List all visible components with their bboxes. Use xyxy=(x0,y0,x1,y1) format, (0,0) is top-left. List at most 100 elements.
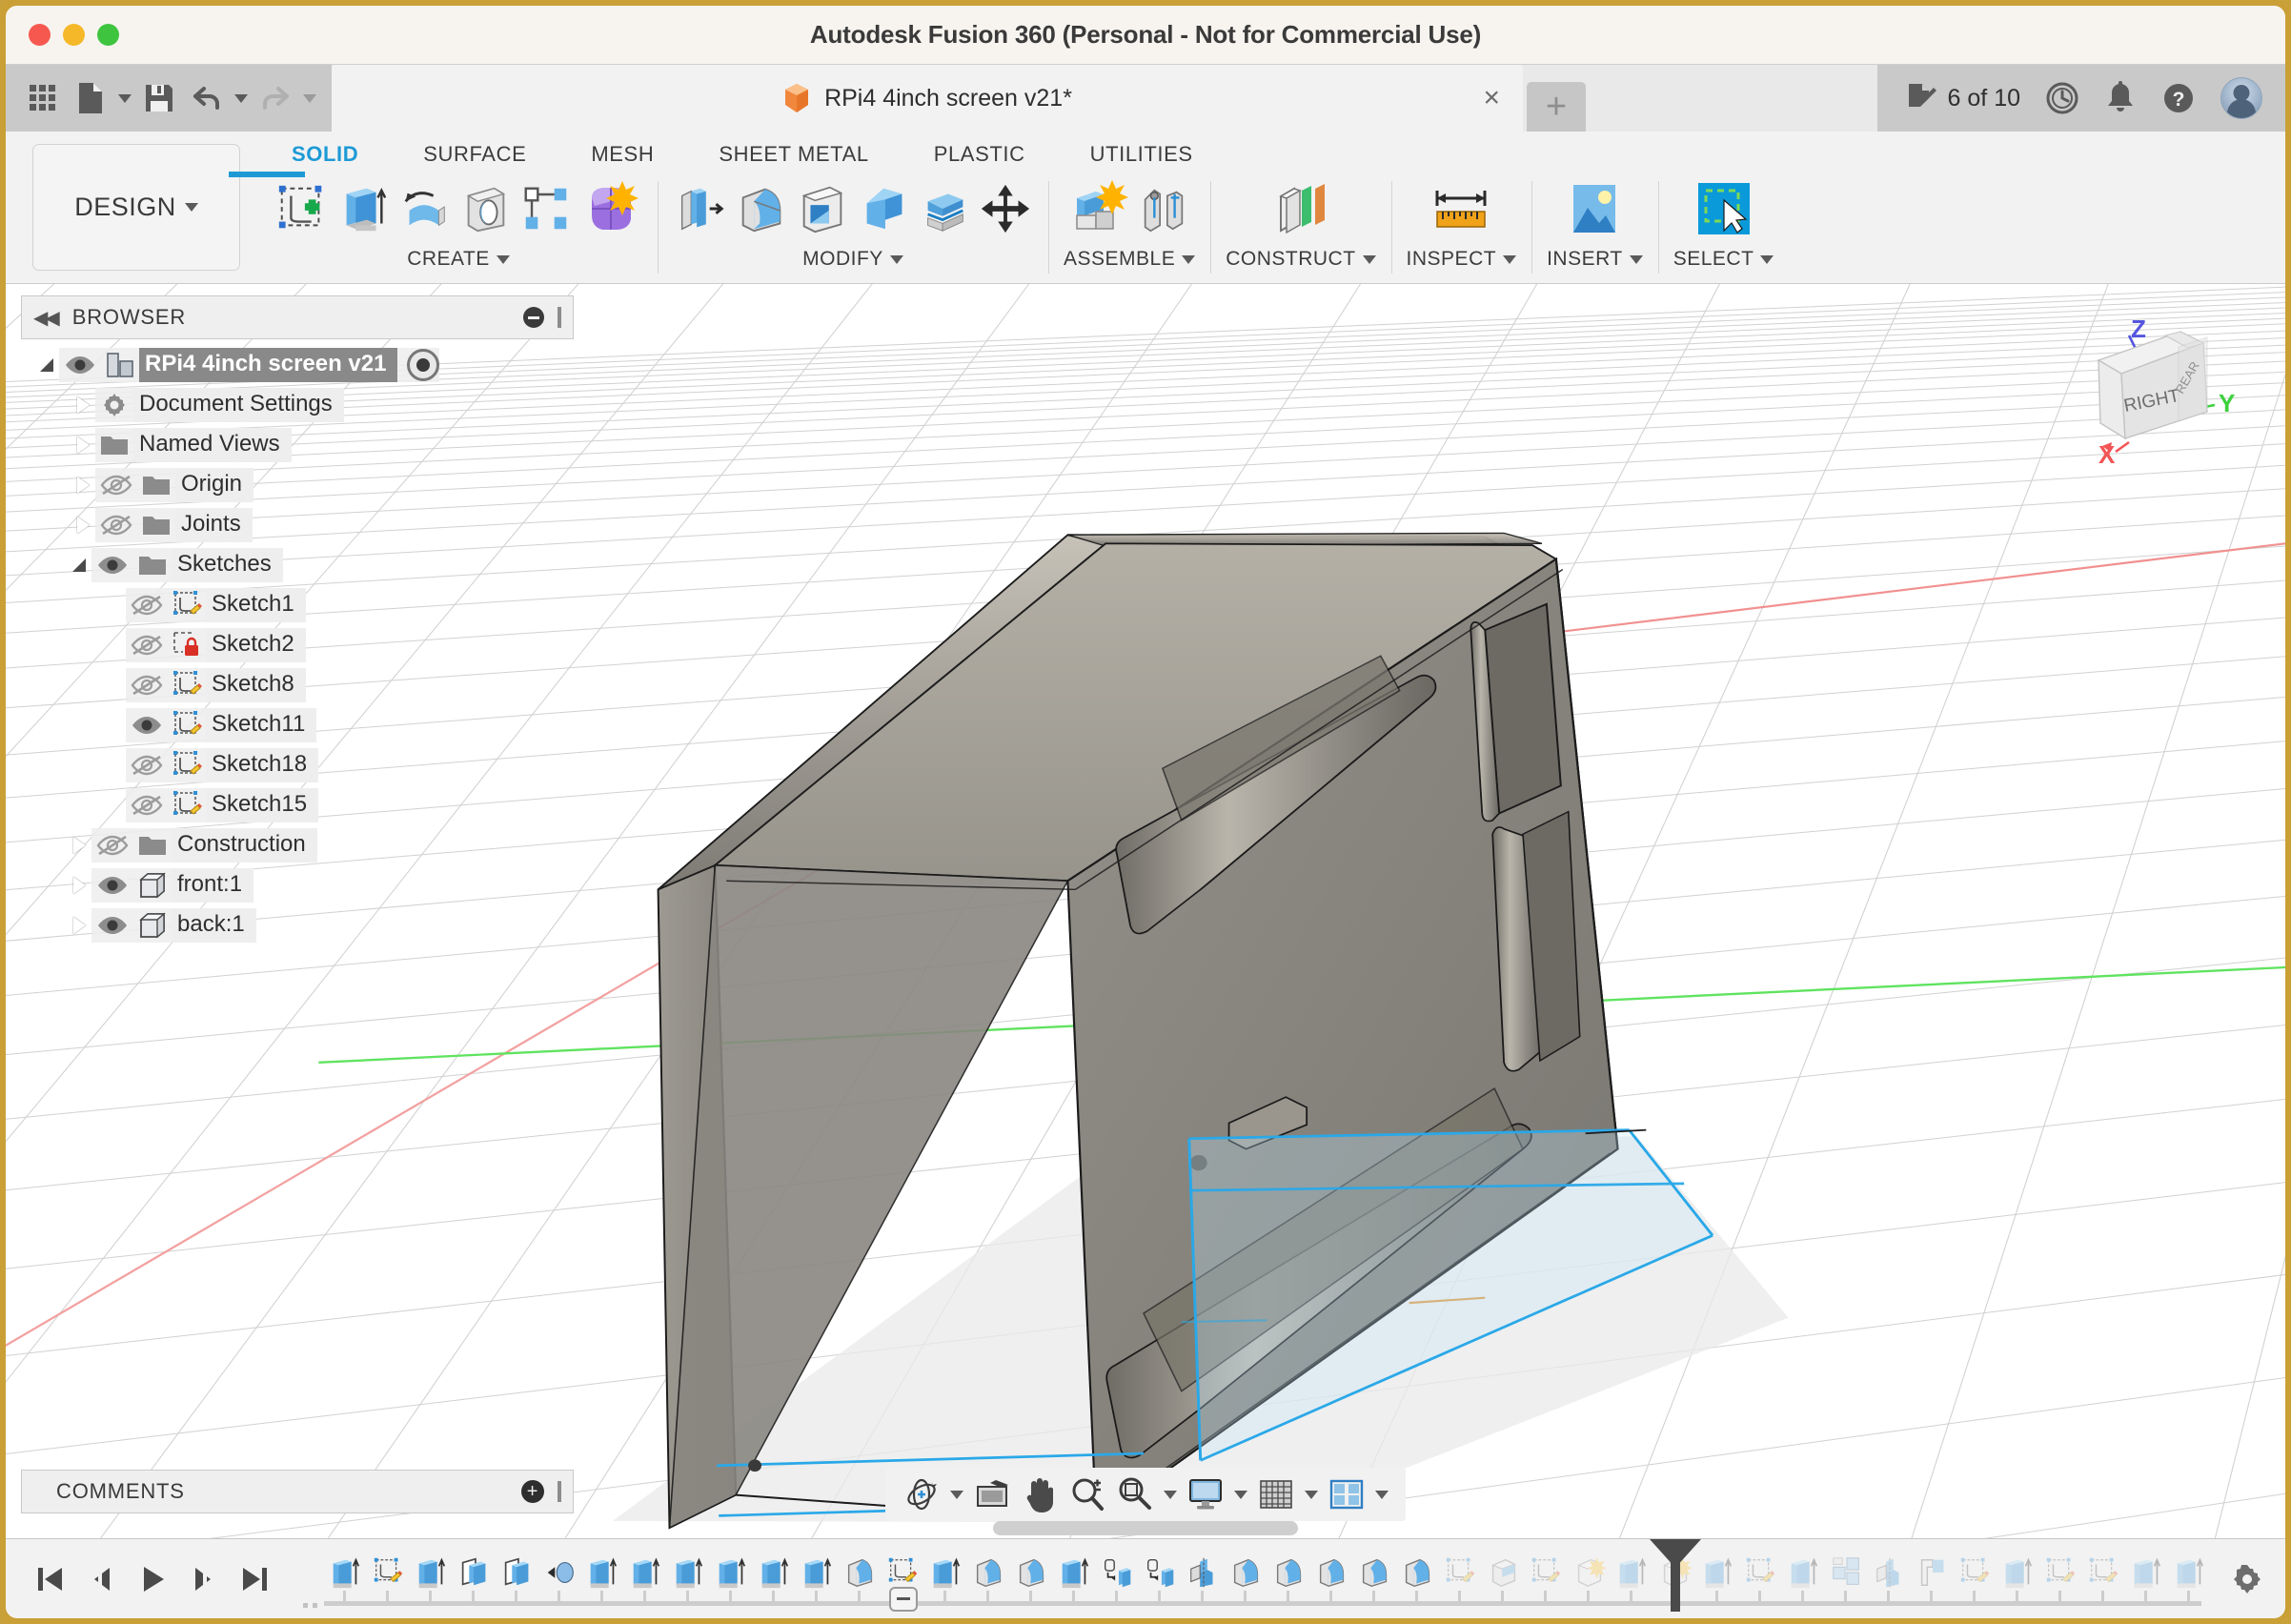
tree-row[interactable]: back:1 xyxy=(21,907,256,944)
new-tab-button[interactable]: + xyxy=(1527,82,1586,132)
tree-row[interactable]: Construction xyxy=(21,827,317,863)
pan-button[interactable] xyxy=(1017,1472,1063,1517)
tree-row[interactable]: Sketch18 xyxy=(21,747,318,783)
create-sketch-icon[interactable] xyxy=(274,181,330,236)
revolve-icon[interactable] xyxy=(396,181,452,236)
undo-caret[interactable] xyxy=(233,75,250,121)
modify-panel-dropdown[interactable]: MODIFY xyxy=(802,248,903,271)
measure-icon[interactable] xyxy=(1429,177,1492,240)
grid-snaps-caret[interactable] xyxy=(1301,1472,1322,1517)
pattern-icon[interactable] xyxy=(518,181,574,236)
tree-row[interactable]: RPi4 4inch screen v21 xyxy=(21,347,439,383)
twisty-open-icon[interactable] xyxy=(34,358,59,372)
visibility-toggle[interactable] xyxy=(126,794,168,817)
browser-resize-handle[interactable] xyxy=(558,307,561,328)
tree-row[interactable]: Origin xyxy=(21,467,253,503)
edit-count-indicator[interactable]: 6 of 10 xyxy=(1906,82,2020,114)
twisty-open-icon[interactable] xyxy=(67,558,91,572)
visibility-toggle[interactable] xyxy=(91,834,133,857)
move-copy-icon[interactable] xyxy=(978,181,1033,236)
fillet-icon[interactable] xyxy=(734,181,789,236)
redo-caret[interactable] xyxy=(301,75,318,121)
visibility-toggle[interactable] xyxy=(95,514,137,537)
form-icon[interactable] xyxy=(579,177,642,240)
visibility-toggle[interactable] xyxy=(91,914,133,937)
minus-circle-icon[interactable] xyxy=(523,307,544,328)
grid-snaps-button[interactable] xyxy=(1253,1472,1299,1517)
step-forward-button[interactable] xyxy=(185,1558,223,1600)
close-icon[interactable]: × xyxy=(1483,84,1500,112)
visibility-toggle[interactable] xyxy=(59,354,101,376)
select-panel-dropdown[interactable]: SELECT xyxy=(1673,248,1774,271)
assemble-panel-dropdown[interactable]: ASSEMBLE xyxy=(1064,248,1195,271)
visibility-toggle[interactable] xyxy=(126,674,168,697)
twisty-closed-icon[interactable] xyxy=(67,917,91,934)
notifications-button[interactable] xyxy=(2104,81,2137,115)
joint-icon[interactable] xyxy=(1136,181,1191,236)
visibility-toggle[interactable] xyxy=(126,594,168,617)
visibility-toggle[interactable] xyxy=(95,474,137,497)
timeline-track[interactable] xyxy=(299,1539,2209,1619)
inspect-panel-dropdown[interactable]: INSPECT xyxy=(1407,248,1517,271)
document-tab[interactable]: RPi4 4inch screen v21* × xyxy=(332,65,1523,132)
offset-plane-icon[interactable] xyxy=(1269,177,1332,240)
viewports-button[interactable] xyxy=(1324,1472,1369,1517)
shell-icon[interactable] xyxy=(795,181,850,236)
orbit-caret[interactable] xyxy=(946,1472,967,1517)
tree-row[interactable]: Sketch2 xyxy=(21,627,306,663)
orbit-button[interactable] xyxy=(899,1472,944,1517)
zoom-button[interactable] xyxy=(1064,1472,1110,1517)
double-chevron-left-icon[interactable]: ◀◀ xyxy=(33,306,57,330)
look-at-button[interactable] xyxy=(969,1472,1015,1517)
display-settings-button[interactable] xyxy=(1183,1472,1228,1517)
activate-component-radio[interactable] xyxy=(407,349,439,381)
press-pull-icon[interactable] xyxy=(673,181,728,236)
tree-row[interactable]: Sketch1 xyxy=(21,587,306,623)
timeline-settings-button[interactable] xyxy=(2209,1562,2285,1596)
app-grid-button[interactable] xyxy=(21,75,65,121)
tab-sheet-metal[interactable]: SHEET METAL xyxy=(686,142,901,167)
tree-row[interactable]: Joints xyxy=(21,507,253,543)
twisty-closed-icon[interactable] xyxy=(71,396,95,414)
visibility-toggle[interactable] xyxy=(91,554,133,577)
sweep-icon[interactable] xyxy=(457,181,513,236)
comments-resize-handle[interactable] xyxy=(558,1481,561,1502)
skip-to-start-button[interactable] xyxy=(30,1558,69,1600)
tab-plastic[interactable]: PLASTIC xyxy=(902,142,1058,167)
fit-button[interactable] xyxy=(1112,1472,1158,1517)
select-window-icon[interactable] xyxy=(1693,177,1755,240)
twisty-closed-icon[interactable] xyxy=(71,477,95,494)
plus-circle-icon[interactable]: + xyxy=(521,1480,544,1503)
twisty-closed-icon[interactable] xyxy=(71,517,95,534)
history-button[interactable] xyxy=(2045,81,2079,115)
extrude-icon[interactable] xyxy=(335,181,391,236)
viewports-caret[interactable] xyxy=(1371,1472,1392,1517)
fit-caret[interactable] xyxy=(1160,1472,1181,1517)
workspace-switcher[interactable]: DESIGN xyxy=(32,144,240,271)
visibility-toggle[interactable] xyxy=(126,754,168,777)
visibility-toggle[interactable] xyxy=(91,874,133,897)
tree-row[interactable]: Sketches xyxy=(21,547,283,583)
step-back-button[interactable] xyxy=(82,1558,120,1600)
insert-panel-dropdown[interactable]: INSERT xyxy=(1547,248,1643,271)
tab-surface[interactable]: SURFACE xyxy=(391,142,558,167)
avatar[interactable] xyxy=(2220,77,2262,119)
tree-row[interactable]: Document Settings xyxy=(21,387,344,423)
tab-mesh[interactable]: MESH xyxy=(558,142,686,167)
insert-image-icon[interactable] xyxy=(1563,177,1626,240)
viewport[interactable]: ◀◀ BROWSER RPi4 4inch screen v21 xyxy=(6,284,2285,1538)
timeline-group-marker[interactable] xyxy=(889,1587,918,1612)
canvas-horizontal-scrollbar[interactable] xyxy=(993,1521,1298,1535)
tree-row[interactable]: Sketch8 xyxy=(21,667,306,703)
play-button[interactable] xyxy=(133,1558,172,1600)
new-component-icon[interactable] xyxy=(1067,177,1130,240)
tree-row[interactable]: Named Views xyxy=(21,427,292,463)
split-face-icon[interactable] xyxy=(917,181,972,236)
combine-icon[interactable] xyxy=(856,181,911,236)
tab-utilities[interactable]: UTILITIES xyxy=(1058,142,1226,167)
save-button[interactable] xyxy=(137,75,181,121)
tree-row[interactable]: Sketch11 xyxy=(21,707,316,743)
display-settings-caret[interactable] xyxy=(1230,1472,1251,1517)
visibility-toggle[interactable] xyxy=(126,634,168,657)
undo-button[interactable] xyxy=(185,75,229,121)
